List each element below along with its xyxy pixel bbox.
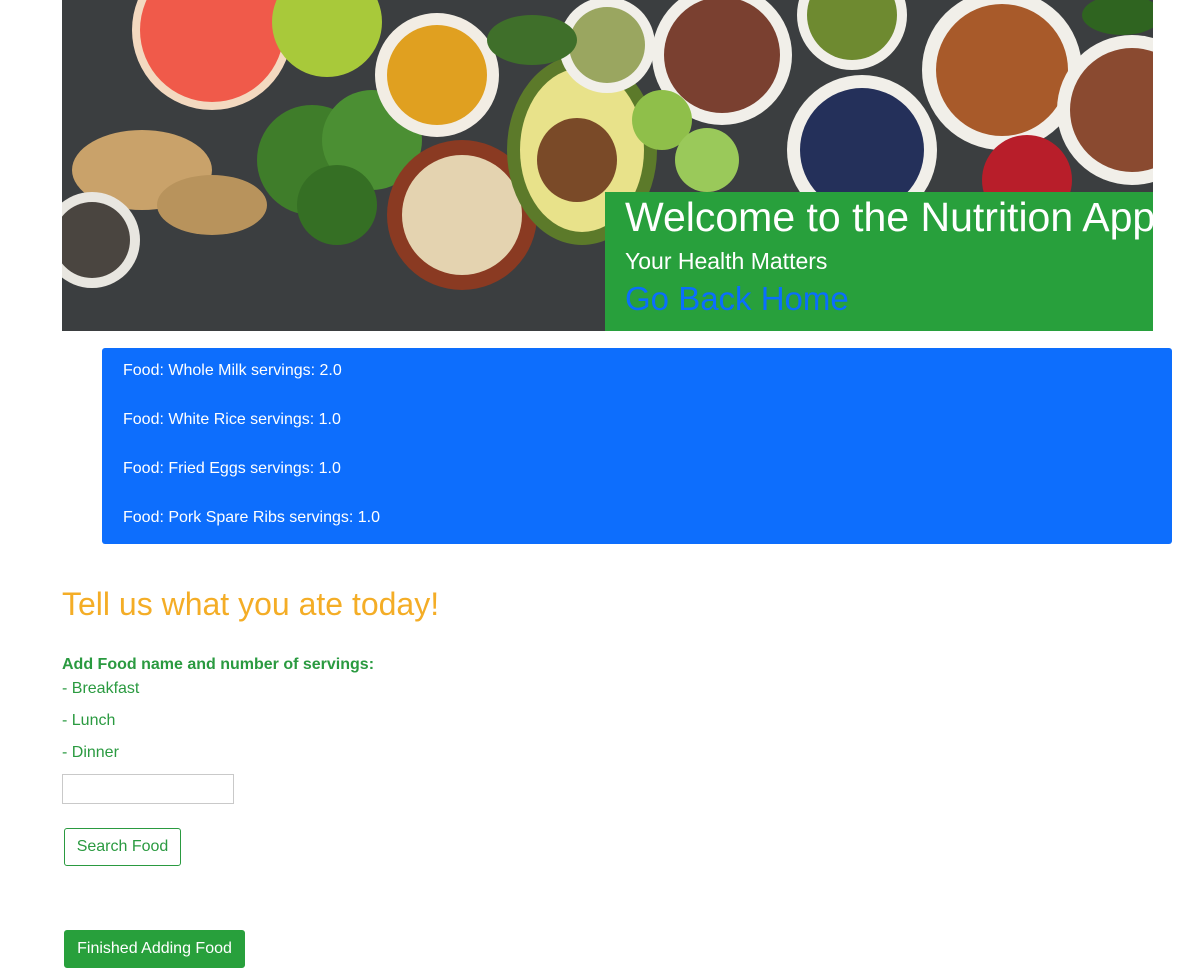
food-search-input[interactable] <box>62 774 234 804</box>
go-back-home-link[interactable]: Go Back Home <box>625 280 849 318</box>
list-item: Food: White Rice servings: 1.0 <box>123 411 341 428</box>
search-food-button[interactable]: Search Food <box>64 828 181 866</box>
added-food-list: Food: Whole Milk servings: 2.0 Food: Whi… <box>102 348 1172 544</box>
meal-dinner: - Dinner <box>62 744 119 761</box>
finished-adding-food-button[interactable]: Finished Adding Food <box>64 930 245 968</box>
form-heading: Tell us what you ate today! <box>62 586 440 622</box>
welcome-title: Welcome to the Nutrition App <box>625 194 1153 240</box>
meal-lunch: - Lunch <box>62 712 116 729</box>
hero-welcome-panel: Welcome to the Nutrition App Your Health… <box>605 192 1153 331</box>
hero-banner: Welcome to the Nutrition App Your Health… <box>62 0 1153 331</box>
list-item: Food: Whole Milk servings: 2.0 <box>123 362 342 379</box>
list-item: Food: Pork Spare Ribs servings: 1.0 <box>123 509 381 526</box>
list-item: Food: Fried Eggs servings: 1.0 <box>123 460 341 477</box>
welcome-subtitle: Your Health Matters <box>625 248 828 274</box>
meal-breakfast: - Breakfast <box>62 680 140 697</box>
add-food-label: Add Food name and number of servings: <box>62 656 375 673</box>
